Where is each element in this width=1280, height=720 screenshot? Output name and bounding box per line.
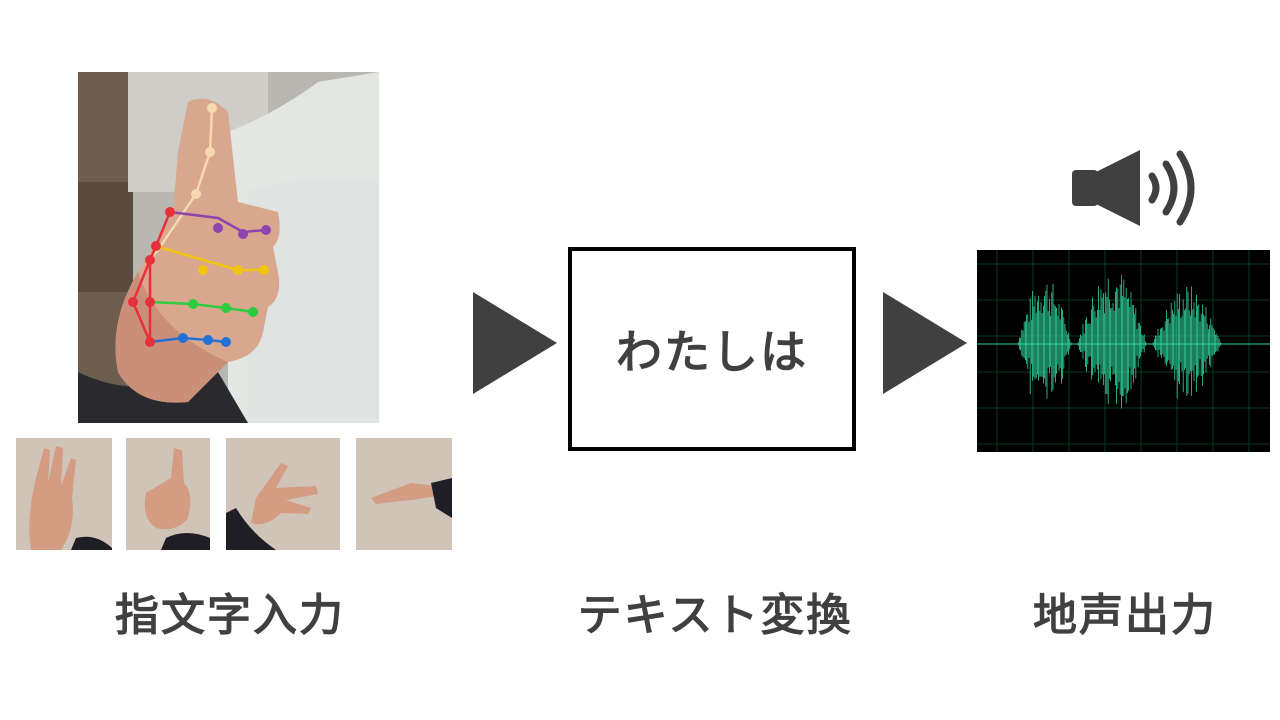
step-caption-output: 地声出力 (1033, 590, 1217, 641)
hand-landmark-photo (78, 72, 379, 423)
fingerspelling-thumbnail (356, 438, 452, 550)
step-caption-input: 指文字入力 (115, 590, 345, 641)
step-caption-conversion: テキスト変換 (577, 590, 853, 641)
speaker-icon (1072, 150, 1195, 226)
triangle-right-icon (473, 292, 557, 394)
fingerspelling-thumbnail (16, 438, 112, 550)
converted-text-box: わたしは (568, 247, 856, 451)
voice-waveform (977, 250, 1270, 452)
fingerspelling-thumbnail (226, 438, 340, 550)
converted-text: わたしは (616, 325, 808, 379)
triangle-right-icon (883, 292, 967, 394)
fingerspelling-thumbnail (126, 438, 210, 550)
